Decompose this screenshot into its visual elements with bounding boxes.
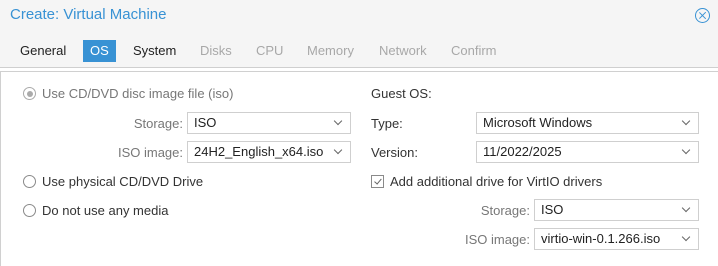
- virtio-iso-label: ISO image:: [464, 232, 530, 247]
- storage-value: ISO: [194, 115, 217, 130]
- version-label: Version:: [371, 145, 418, 160]
- use-physical-label: Use physical CD/DVD Drive: [42, 174, 204, 189]
- virtio-drive-label: Add additional drive for VirtIO drivers: [390, 174, 603, 189]
- tab-os[interactable]: OS: [83, 40, 116, 62]
- chevron-down-icon: [681, 232, 691, 242]
- virtio-iso-select[interactable]: virtio-win-0.1.266.iso: [534, 228, 699, 250]
- no-media-label: Do not use any media: [42, 203, 169, 218]
- storage-select[interactable]: ISO: [187, 112, 351, 134]
- virtio-storage-label: Storage:: [480, 203, 530, 218]
- guest-os-heading: Guest OS:: [371, 86, 432, 101]
- use-iso-label: Use CD/DVD disc image file (iso): [42, 86, 234, 101]
- virtio-storage-value: ISO: [541, 202, 564, 217]
- tab-disks: Disks: [200, 43, 232, 58]
- tab-memory: Memory: [307, 43, 354, 58]
- virtio-storage-select[interactable]: ISO: [534, 199, 699, 221]
- window-header: Create: Virtual Machine: [0, 0, 718, 34]
- close-icon[interactable]: [695, 8, 710, 23]
- no-media-radio[interactable]: [23, 204, 36, 217]
- chevron-down-icon: [681, 203, 691, 213]
- tab-system[interactable]: System: [126, 40, 183, 62]
- iso-image-value: 24H2_English_x64.iso: [194, 144, 324, 159]
- type-label: Type:: [371, 116, 403, 131]
- use-iso-radio[interactable]: [23, 87, 36, 100]
- chevron-down-icon: [333, 116, 343, 126]
- chevron-down-icon: [681, 145, 691, 155]
- iso-image-label: ISO image:: [117, 145, 183, 160]
- virtio-drive-checkbox[interactable]: [371, 175, 384, 188]
- chevron-down-icon: [681, 116, 691, 126]
- tab-general[interactable]: General: [13, 40, 73, 62]
- version-select[interactable]: 11/2022/2025: [476, 141, 699, 163]
- tab-cpu: CPU: [256, 43, 284, 58]
- version-value: 11/2022/2025: [483, 144, 562, 159]
- type-select[interactable]: Microsoft Windows: [476, 112, 699, 134]
- tab-bar: General OS System Disks CPU Memory Netwo…: [0, 33, 718, 68]
- storage-label: Storage:: [133, 116, 183, 131]
- chevron-down-icon: [333, 145, 343, 155]
- virtio-iso-value: virtio-win-0.1.266.iso: [541, 231, 661, 246]
- window-title: Create: Virtual Machine: [10, 6, 167, 23]
- type-value: Microsoft Windows: [483, 115, 593, 130]
- use-physical-radio[interactable]: [23, 175, 36, 188]
- os-panel: Use CD/DVD disc image file (iso) Storage…: [0, 71, 718, 266]
- iso-image-select[interactable]: 24H2_English_x64.iso: [187, 141, 351, 163]
- tab-confirm: Confirm: [451, 43, 497, 58]
- tab-network: Network: [379, 43, 427, 58]
